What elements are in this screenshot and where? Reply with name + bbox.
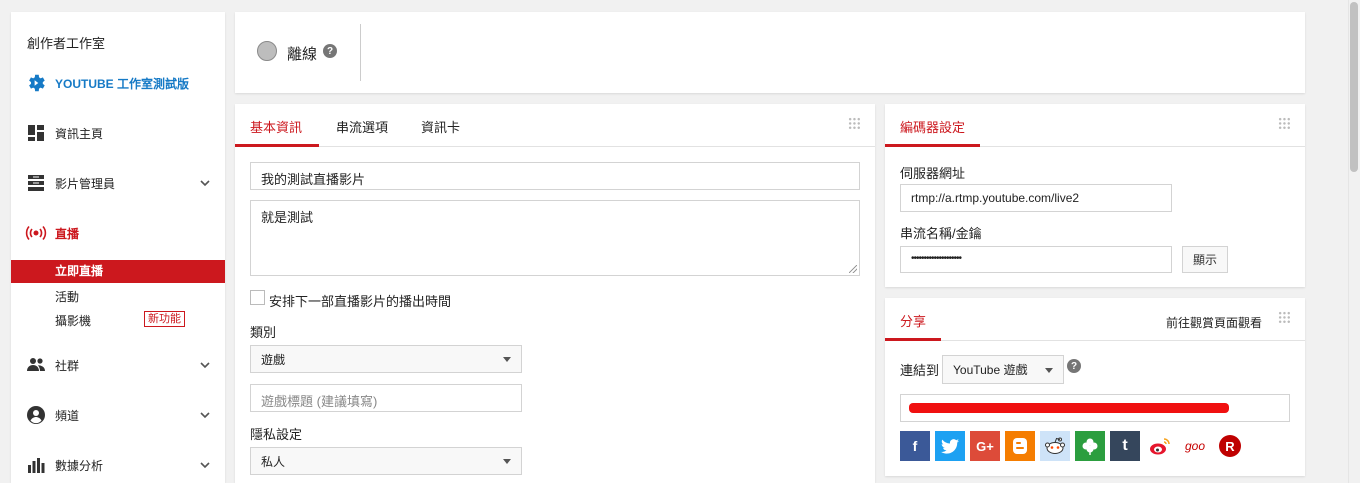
new-feature-badge: 新功能 (144, 311, 185, 327)
description-textarea[interactable]: 就是測試 (250, 200, 860, 276)
tab-encoder-settings[interactable]: 編碼器設定 (900, 117, 965, 136)
watch-page-link[interactable]: 前往觀賞頁面觀看 (1166, 314, 1262, 331)
sidebar-item-live[interactable]: 直播 (25, 221, 211, 245)
share-panel: 分享 前往觀賞頁面觀看 連結到 YouTube 遊戲 ? f G+ t goo … (885, 298, 1305, 476)
description-text: 就是測試 (261, 210, 314, 225)
category-select[interactable]: 遊戲 (250, 345, 522, 373)
chevron-down-icon[interactable] (199, 459, 211, 471)
video-manager-icon (25, 172, 47, 194)
active-tab-indicator (235, 144, 319, 147)
resize-handle-icon[interactable] (849, 265, 857, 273)
dashboard-icon (25, 122, 47, 144)
share-url-field[interactable] (900, 394, 1290, 422)
scrollbar-thumb[interactable] (1350, 2, 1358, 172)
sidebar-item-label: 直播 (55, 226, 80, 241)
tumblr-icon[interactable]: t (1110, 431, 1140, 461)
sidebar-item-label: 影片管理員 (55, 176, 116, 191)
help-icon[interactable]: ? (1067, 359, 1081, 373)
help-icon[interactable]: ? (323, 44, 337, 58)
studio-beta-label: YOUTUBE 工作室測試版 (55, 76, 190, 91)
info-tabs: 基本資訊 串流選項 資訊卡 (235, 104, 875, 147)
status-label: 離線 (287, 46, 318, 63)
tab-stream-options[interactable]: 串流選項 (336, 117, 388, 136)
schedule-checkbox[interactable] (250, 290, 265, 305)
drag-handle-icon[interactable] (1278, 311, 1291, 324)
studio-beta-link[interactable]: YOUTUBE 工作室測試版 (25, 72, 189, 94)
chevron-down-icon[interactable] (199, 409, 211, 421)
connect-select[interactable]: YouTube 遊戲 (942, 355, 1064, 384)
category-label: 類別 (250, 325, 277, 340)
goo-icon[interactable]: goo (1180, 431, 1210, 461)
connect-label: 連結到 (900, 363, 940, 378)
chevron-down-icon[interactable] (199, 359, 211, 371)
server-url-field[interactable]: rtmp://a.rtmp.youtube.com/live2 (900, 184, 1172, 212)
sidebar-item-label: 頻道 (55, 408, 80, 423)
share-tabs: 分享 前往觀賞頁面觀看 (885, 298, 1305, 341)
drag-handle-icon[interactable] (1278, 117, 1291, 130)
category-value: 遊戲 (261, 352, 286, 367)
caret-down-icon (503, 357, 511, 362)
sidebar-title: 創作者工作室 (27, 36, 106, 51)
privacy-label: 隱私設定 (250, 427, 303, 442)
sidebar-subitem-live-now[interactable]: 立即直播 (11, 260, 225, 283)
redacted-url (909, 403, 1229, 413)
community-icon (25, 354, 47, 376)
schedule-label: 安排下一部直播影片的播出時間 (269, 294, 452, 309)
sidebar-subitem-events[interactable]: 活動 (55, 288, 79, 305)
analytics-icon (25, 454, 47, 476)
sidebar-subitem-camera[interactable]: 攝影機 (55, 312, 91, 329)
caret-down-icon (1045, 367, 1053, 373)
channel-icon (25, 404, 47, 426)
tab-cards[interactable]: 資訊卡 (421, 117, 460, 136)
reddit-icon[interactable] (1040, 431, 1070, 461)
tab-share[interactable]: 分享 (900, 311, 926, 330)
tab-basic-info[interactable]: 基本資訊 (250, 117, 302, 136)
stream-key-field[interactable]: •••••••••••••••••••• (900, 246, 1172, 273)
facebook-icon[interactable]: f (900, 431, 930, 461)
google-plus-icon[interactable]: G+ (970, 431, 1000, 461)
connect-value: YouTube 遊戲 (953, 363, 1028, 377)
show-key-button[interactable]: 顯示 (1182, 246, 1228, 273)
info-panel: 基本資訊 串流選項 資訊卡 我的測試直播影片 就是測試 安排下一部直播影片的播出… (235, 104, 875, 483)
divider (360, 24, 361, 81)
caret-down-icon (503, 459, 511, 464)
sidebar-item-dashboard[interactable]: 資訊主頁 (25, 121, 211, 145)
active-tab-indicator (885, 144, 980, 147)
stream-key-label: 串流名稱/金鑰 (900, 226, 982, 241)
sidebar-item-channel[interactable]: 頻道 (25, 403, 211, 427)
encoder-panel: 編碼器設定 伺服器網址 rtmp://a.rtmp.youtube.com/li… (885, 104, 1305, 287)
stream-status-card: 離線 ? (235, 12, 1305, 93)
sidebar-item-video-manager[interactable]: 影片管理員 (25, 171, 211, 195)
title-input[interactable]: 我的測試直播影片 (250, 162, 860, 190)
server-url-label: 伺服器網址 (900, 166, 966, 181)
sidebar-item-community[interactable]: 社群 (25, 353, 211, 377)
weibo-icon[interactable] (1145, 431, 1175, 461)
twitter-icon[interactable] (935, 431, 965, 461)
rakuten-icon[interactable]: R (1215, 431, 1245, 461)
sidebar-item-label: 資訊主頁 (55, 126, 104, 141)
chevron-down-icon[interactable] (199, 177, 211, 189)
sidebar: 創作者工作室 YOUTUBE 工作室測試版 資訊主頁 影片管理員 直播 立即直播… (11, 12, 225, 483)
sidebar-item-label: 社群 (55, 358, 80, 373)
evernote-icon[interactable] (1075, 431, 1105, 461)
sidebar-item-label: 數據分析 (55, 458, 104, 473)
drag-handle-icon[interactable] (848, 117, 861, 130)
game-title-input[interactable]: 遊戲標題 (建議填寫) (250, 384, 522, 412)
active-tab-indicator (885, 338, 941, 341)
gear-icon (29, 74, 45, 92)
live-broadcast-icon (25, 222, 47, 244)
encoder-tabs: 編碼器設定 (885, 104, 1305, 147)
privacy-value: 私人 (261, 454, 286, 469)
blogger-icon[interactable] (1005, 431, 1035, 461)
privacy-select[interactable]: 私人 (250, 447, 522, 475)
status-indicator (257, 41, 277, 61)
sidebar-item-analytics[interactable]: 數據分析 (25, 453, 211, 477)
